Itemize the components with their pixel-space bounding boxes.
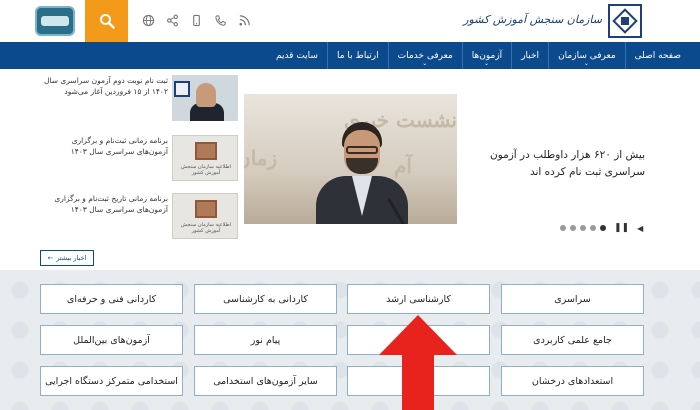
nav-item-news[interactable]: اخبار [511, 42, 548, 69]
org-name: سازمان سنجش آموزش کشور [463, 13, 602, 26]
slider-controls: ❚❚ ◀ [560, 223, 643, 233]
tile-talented[interactable]: استعدادهای درخشان [501, 366, 644, 396]
arrow-left-icon: ← [47, 254, 54, 262]
logo-mark-icon [608, 4, 642, 38]
news-section: نشست خبری زمان آم بیش از ۶۲۰ هزار داوطلب… [0, 69, 700, 275]
tile-international[interactable]: آزمون‌های بین‌الملل [40, 325, 183, 355]
news-thumbnail[interactable]: اطلاعیه سازمان سنجش آموزش کشور [172, 193, 238, 239]
red-arrow-pointer [379, 315, 457, 410]
slider-dot-active[interactable] [600, 225, 606, 231]
side-news-item[interactable]: اطلاعیه سازمان سنجش آموزش کشور برنامه زم… [40, 135, 238, 181]
nav-item-exams[interactable]: آزمون‌ها ⌄ [461, 42, 511, 69]
tile-masters[interactable]: کارشناسی ارشد [347, 284, 490, 314]
search-icon [99, 14, 115, 29]
emblem-logo[interactable] [35, 6, 75, 36]
rss-icon[interactable] [236, 12, 252, 28]
site-logo[interactable]: سازمان سنجش آموزش کشور [463, 4, 642, 38]
globe-icon[interactable] [140, 12, 156, 28]
news-thumbnail[interactable]: اطلاعیه سازمان سنجش آموزش کشور [172, 135, 238, 181]
chevron-down-icon: ⌄ [483, 60, 489, 67]
nav-item-home[interactable]: صفحه اصلی [624, 42, 690, 69]
search-button[interactable] [85, 0, 128, 42]
nav-item-about[interactable]: معرفی سازمان ⌄ [548, 42, 625, 69]
tile-payame-noor[interactable]: پیام نور [194, 325, 337, 355]
tile-central-employment[interactable]: استخدامی متمرکز دستگاه اجرایی [40, 366, 183, 396]
nav-item-old-site[interactable]: سایت قدیم [267, 42, 327, 69]
pause-icon[interactable]: ❚❚ [614, 223, 629, 233]
tile-applied-science[interactable]: جامع علمی کاربردی [501, 325, 644, 355]
main-headline[interactable]: بیش از ۶۲۰ هزار داوطلب در آزمون سراسری ث… [455, 147, 645, 181]
side-news-item[interactable]: اطلاعیه سازمان سنجش آموزش کشور برنامه زم… [40, 193, 238, 239]
tile-technical-vocational[interactable]: کاردانی فنی و حرفه‌ای [40, 284, 183, 314]
slider-dot[interactable] [590, 225, 596, 231]
main-nav: صفحه اصلی معرفی سازمان ⌄ اخبار آزمون‌ها ⌄ … [0, 42, 700, 69]
mobile-icon[interactable] [188, 12, 204, 28]
more-news-button[interactable]: اخبار بیشتر ← [40, 250, 94, 266]
chevron-down-icon: ⌄ [583, 60, 589, 67]
nav-item-services[interactable]: معرفی خدمات ⌄ [387, 42, 462, 69]
nav-item-contact[interactable]: ارتباط با ما [326, 42, 388, 69]
phone-icon[interactable] [212, 12, 228, 28]
tile-associate-to-bachelor[interactable]: کاردانی به کارشناسی [194, 284, 337, 314]
news-thumbnail[interactable] [172, 75, 238, 121]
slider-dot[interactable] [570, 225, 576, 231]
tile-sarasari[interactable]: سراسری [501, 284, 644, 314]
slider-dot[interactable] [580, 225, 586, 231]
hero-news-image[interactable]: نشست خبری زمان آم [244, 94, 457, 224]
next-arrow-icon[interactable]: ◀ [637, 224, 643, 233]
tile-other-employment[interactable]: سایر آزمون‌های استخدامی [194, 366, 337, 396]
top-icon-bar [140, 12, 252, 30]
chevron-down-icon: ⌄ [422, 60, 428, 67]
top-header: سازمان سنجش آموزش کشور [0, 0, 700, 42]
slider-dot[interactable] [560, 225, 566, 231]
share-icon[interactable] [164, 12, 180, 28]
side-news-item[interactable]: ثبت نام نوبت دوم آزمون سراسری سال ۱۴۰۲ ا… [40, 75, 238, 121]
